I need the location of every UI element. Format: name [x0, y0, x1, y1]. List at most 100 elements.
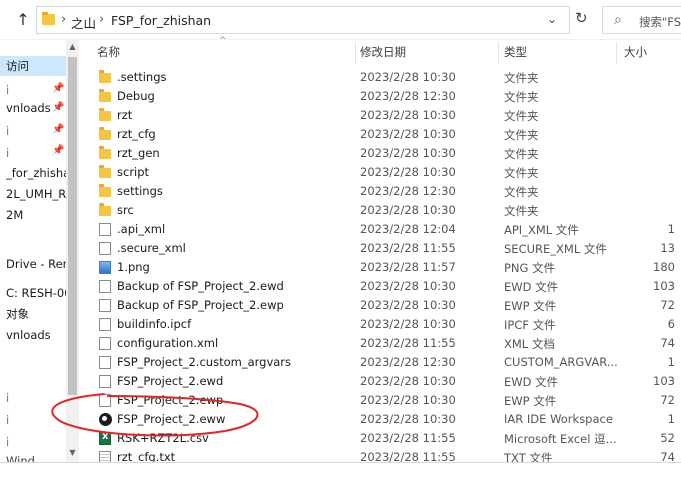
navigation-pane: 访问 i 📌 vnloads 📌 i 📌 i 📌 _for_zhishan 2L…	[0, 40, 66, 462]
file-row[interactable]: rzt_cfg 2023/2/28 10:30 文件夹	[80, 125, 681, 144]
folder-icon	[99, 108, 111, 121]
file-icon	[99, 242, 111, 255]
up-arrow-icon[interactable]: ↑	[14, 10, 32, 30]
file-modified-date: 2023/2/28 10:30	[360, 298, 456, 312]
scroll-thumb[interactable]	[68, 57, 77, 395]
file-row[interactable]: configuration.xml 2023/2/28 11:55 XML 文档 74	[80, 334, 681, 353]
file-row[interactable]: FSP_Project_2.ewp 2023/2/28 10:30 EWP 文件 72	[80, 391, 681, 410]
file-size: 180	[653, 260, 675, 274]
status-bar	[0, 463, 681, 490]
file-row[interactable]: .api_xml 2023/2/28 12:04 API_XML 文件 1	[80, 220, 681, 239]
column-divider[interactable]	[616, 42, 617, 64]
column-divider[interactable]	[355, 42, 356, 64]
file-size: 103	[653, 374, 675, 388]
file-modified-date: 2023/2/28 10:30	[360, 317, 456, 331]
file-modified-date: 2023/2/28 10:30	[360, 146, 456, 160]
file-row[interactable]: Backup of FSP_Project_2.ewp 2023/2/28 10:…	[80, 296, 681, 315]
file-row[interactable]: src 2023/2/28 10:30 文件夹	[80, 201, 681, 220]
scroll-down-icon[interactable]: ▼	[66, 448, 79, 457]
file-row[interactable]: buildinfo.ipcf 2023/2/28 10:30 IPCF 文件 6	[80, 315, 681, 334]
file-name: configuration.xml	[117, 336, 219, 350]
chevron-right-icon[interactable]: ›	[61, 12, 66, 27]
pin-icon: 📌	[52, 83, 65, 94]
folder-icon	[99, 165, 111, 178]
file-name: FSP_Project_2.custom_argvars	[117, 355, 292, 369]
nav-item-windows[interactable]: Wind	[6, 454, 35, 462]
nav-item[interactable]: i	[6, 391, 9, 405]
vertical-scrollbar[interactable]: ▲ ▼	[66, 40, 79, 462]
nav-item[interactable]: 2L_UMH_Re	[6, 187, 66, 201]
file-type: PNG 文件	[504, 261, 556, 275]
pin-icon: 📌	[52, 102, 65, 113]
pin-icon: 📌	[52, 145, 65, 156]
column-header-type[interactable]: 类型	[504, 44, 527, 60]
column-divider[interactable]	[498, 42, 499, 64]
nav-item-downloads[interactable]: vnloads	[6, 328, 51, 342]
file-row[interactable]: settings 2023/2/28 12:30 文件夹	[80, 182, 681, 201]
file-row[interactable]: rzt_gen 2023/2/28 10:30 文件夹	[80, 144, 681, 163]
file-row[interactable]: 1.png 2023/2/28 11:57 PNG 文件 180	[80, 258, 681, 277]
file-modified-date: 2023/2/28 10:30	[360, 108, 456, 122]
address-toolbar: ↑ › 之山 › FSP_for_zhishan ⌄ ↻ ⌕ 搜索"FS	[0, 0, 681, 40]
file-row[interactable]: .settings 2023/2/28 10:30 文件夹	[80, 68, 681, 87]
file-type: 文件夹	[504, 71, 539, 85]
refresh-icon[interactable]: ↻	[575, 9, 588, 27]
file-modified-date: 2023/2/28 12:30	[360, 355, 456, 369]
file-modified-date: 2023/2/28 10:30	[360, 70, 456, 84]
file-row[interactable]: script 2023/2/28 10:30 文件夹	[80, 163, 681, 182]
file-name: script	[117, 165, 150, 179]
file-modified-date: 2023/2/28 10:30	[360, 374, 456, 388]
file-name: .settings	[117, 70, 167, 84]
file-row[interactable]: Backup of FSP_Project_2.ewd 2023/2/28 10:…	[80, 277, 681, 296]
file-name: Debug	[117, 89, 155, 103]
address-bar[interactable]: › 之山 › FSP_for_zhishan ⌄	[36, 6, 570, 34]
excel-file-icon	[99, 431, 111, 445]
nav-item[interactable]: i	[6, 435, 9, 449]
nav-item[interactable]: 2M	[6, 208, 23, 222]
file-row[interactable]: RSK+RZT2L.csv2023/2/28 11:55Microsoft Ex…	[80, 429, 681, 448]
nav-item[interactable]: i	[6, 83, 9, 97]
nav-item-onedrive[interactable]: Drive - Rene	[6, 257, 66, 271]
file-row[interactable]: FSP_Project_2.custom_argvars 2023/2/28 12…	[80, 353, 681, 372]
file-name: Backup of FSP_Project_2.ewd	[117, 279, 284, 293]
file-type: IAR IDE Workspace	[504, 412, 613, 426]
nav-item-downloads[interactable]: vnloads	[6, 101, 51, 115]
column-header-name[interactable]: 名称	[97, 44, 120, 60]
nav-item[interactable]: i	[6, 124, 9, 138]
file-type: 文件夹	[504, 147, 539, 161]
nav-item-quick-access[interactable]: 访问	[0, 56, 66, 76]
nav-item[interactable]: i	[6, 146, 9, 160]
search-icon: ⌕	[614, 12, 622, 28]
nav-item-this-pc[interactable]: C: RESH-00	[6, 286, 66, 300]
file-row[interactable]: Debug 2023/2/28 12:30 文件夹	[80, 87, 681, 106]
file-size: 103	[653, 279, 675, 293]
file-name: FSP_Project_2.eww	[117, 412, 226, 426]
nav-item-fsp-for-zhishan[interactable]: _for_zhishan	[6, 166, 66, 180]
column-header-date[interactable]: 修改日期	[360, 44, 406, 60]
file-type: EWP 文件	[504, 299, 557, 313]
file-icon	[99, 337, 111, 350]
chevron-down-icon[interactable]: ⌄	[547, 12, 557, 26]
file-size: 72	[660, 393, 675, 407]
file-icon	[99, 299, 111, 312]
breadcrumb-item[interactable]: FSP_for_zhishan	[111, 13, 211, 28]
file-size: 13	[660, 241, 675, 255]
file-row[interactable]: FSP_Project_2.ewd 2023/2/28 10:30 EWD 文件 10…	[80, 372, 681, 391]
search-input[interactable]: ⌕ 搜索"FS	[602, 6, 681, 34]
file-row[interactable]: FSP_Project_2.eww 2023/2/28 10:30 IAR IDE …	[80, 410, 681, 429]
folder-icon	[99, 70, 111, 83]
file-size: 6	[667, 317, 675, 331]
column-header-size[interactable]: 大小	[624, 44, 647, 60]
folder-icon	[99, 203, 111, 216]
chevron-right-icon[interactable]: ›	[99, 12, 104, 27]
breadcrumb-item[interactable]: 之山	[71, 13, 96, 32]
file-type: 文件夹	[504, 109, 539, 123]
file-size: 72	[660, 298, 675, 312]
file-row[interactable]: .secure_xml 2023/2/28 11:55 SECURE_XML 文件 1…	[80, 239, 681, 258]
file-row[interactable]: rzt 2023/2/28 10:30 文件夹	[80, 106, 681, 125]
file-modified-date: 2023/2/28 12:30	[360, 89, 456, 103]
nav-item-3d-objects[interactable]: 对象	[6, 306, 29, 322]
nav-item[interactable]: i	[6, 413, 9, 427]
file-type: SECURE_XML 文件	[504, 242, 607, 256]
scroll-up-icon[interactable]: ▲	[66, 42, 79, 51]
